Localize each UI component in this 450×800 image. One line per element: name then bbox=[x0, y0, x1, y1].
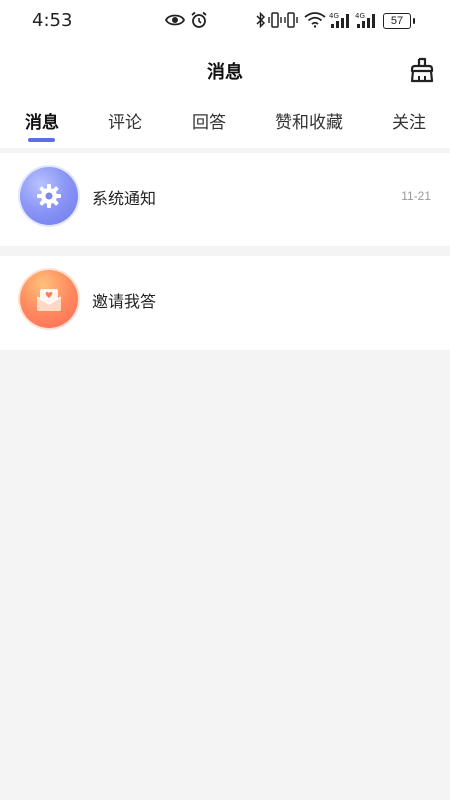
tab-comments[interactable]: 评论 bbox=[108, 108, 142, 133]
eye-icon bbox=[165, 14, 185, 26]
list-item-system-notice[interactable]: 系统通知 11-21 bbox=[0, 153, 450, 246]
list-item-label: 邀请我答 bbox=[92, 292, 157, 311]
tab-bar: 消息 评论 回答 赞和收藏 关注 bbox=[0, 98, 450, 148]
list-item-date: 11-21 bbox=[401, 189, 431, 203]
page-title: 消息 bbox=[207, 62, 243, 83]
tab-answers[interactable]: 回答 bbox=[192, 108, 226, 133]
app-header: 消息 bbox=[0, 42, 450, 98]
avatar-invite-answer bbox=[20, 270, 78, 328]
svg-text:4G: 4G bbox=[329, 12, 339, 20]
signal-4g-icon: 4G bbox=[355, 12, 375, 28]
broom-clean-icon bbox=[410, 57, 434, 83]
vibrate-icon bbox=[284, 12, 298, 28]
tab-active-indicator bbox=[28, 138, 55, 142]
clear-unread-button[interactable] bbox=[408, 56, 436, 84]
tab-messages[interactable]: 消息 bbox=[25, 108, 59, 133]
bluetooth-icon bbox=[256, 12, 266, 28]
top-area: 4:53 4G 4G 57 消息 消息 评论 回答 赞和收藏 关注 bbox=[0, 0, 450, 148]
status-bar: 4:53 4G 4G 57 bbox=[0, 0, 450, 42]
svg-text:4G: 4G bbox=[355, 12, 365, 20]
avatar-system-notice bbox=[20, 167, 78, 225]
alarm-icon bbox=[191, 11, 207, 28]
list-item-invite-answer[interactable]: 邀请我答 bbox=[0, 256, 450, 350]
gear-icon bbox=[37, 184, 61, 208]
signal-4g-icon: 4G bbox=[329, 12, 349, 28]
vibrate-icon bbox=[268, 12, 282, 28]
battery-level: 57 bbox=[390, 15, 404, 27]
wifi-icon bbox=[304, 12, 326, 28]
status-time: 4:53 bbox=[32, 10, 73, 31]
tab-follows[interactable]: 关注 bbox=[392, 108, 426, 133]
battery-indicator: 57 bbox=[383, 13, 415, 29]
list-item-label: 系统通知 bbox=[92, 189, 157, 208]
tab-likes-favorites[interactable]: 赞和收藏 bbox=[275, 108, 343, 133]
envelope-heart-icon bbox=[36, 289, 62, 311]
